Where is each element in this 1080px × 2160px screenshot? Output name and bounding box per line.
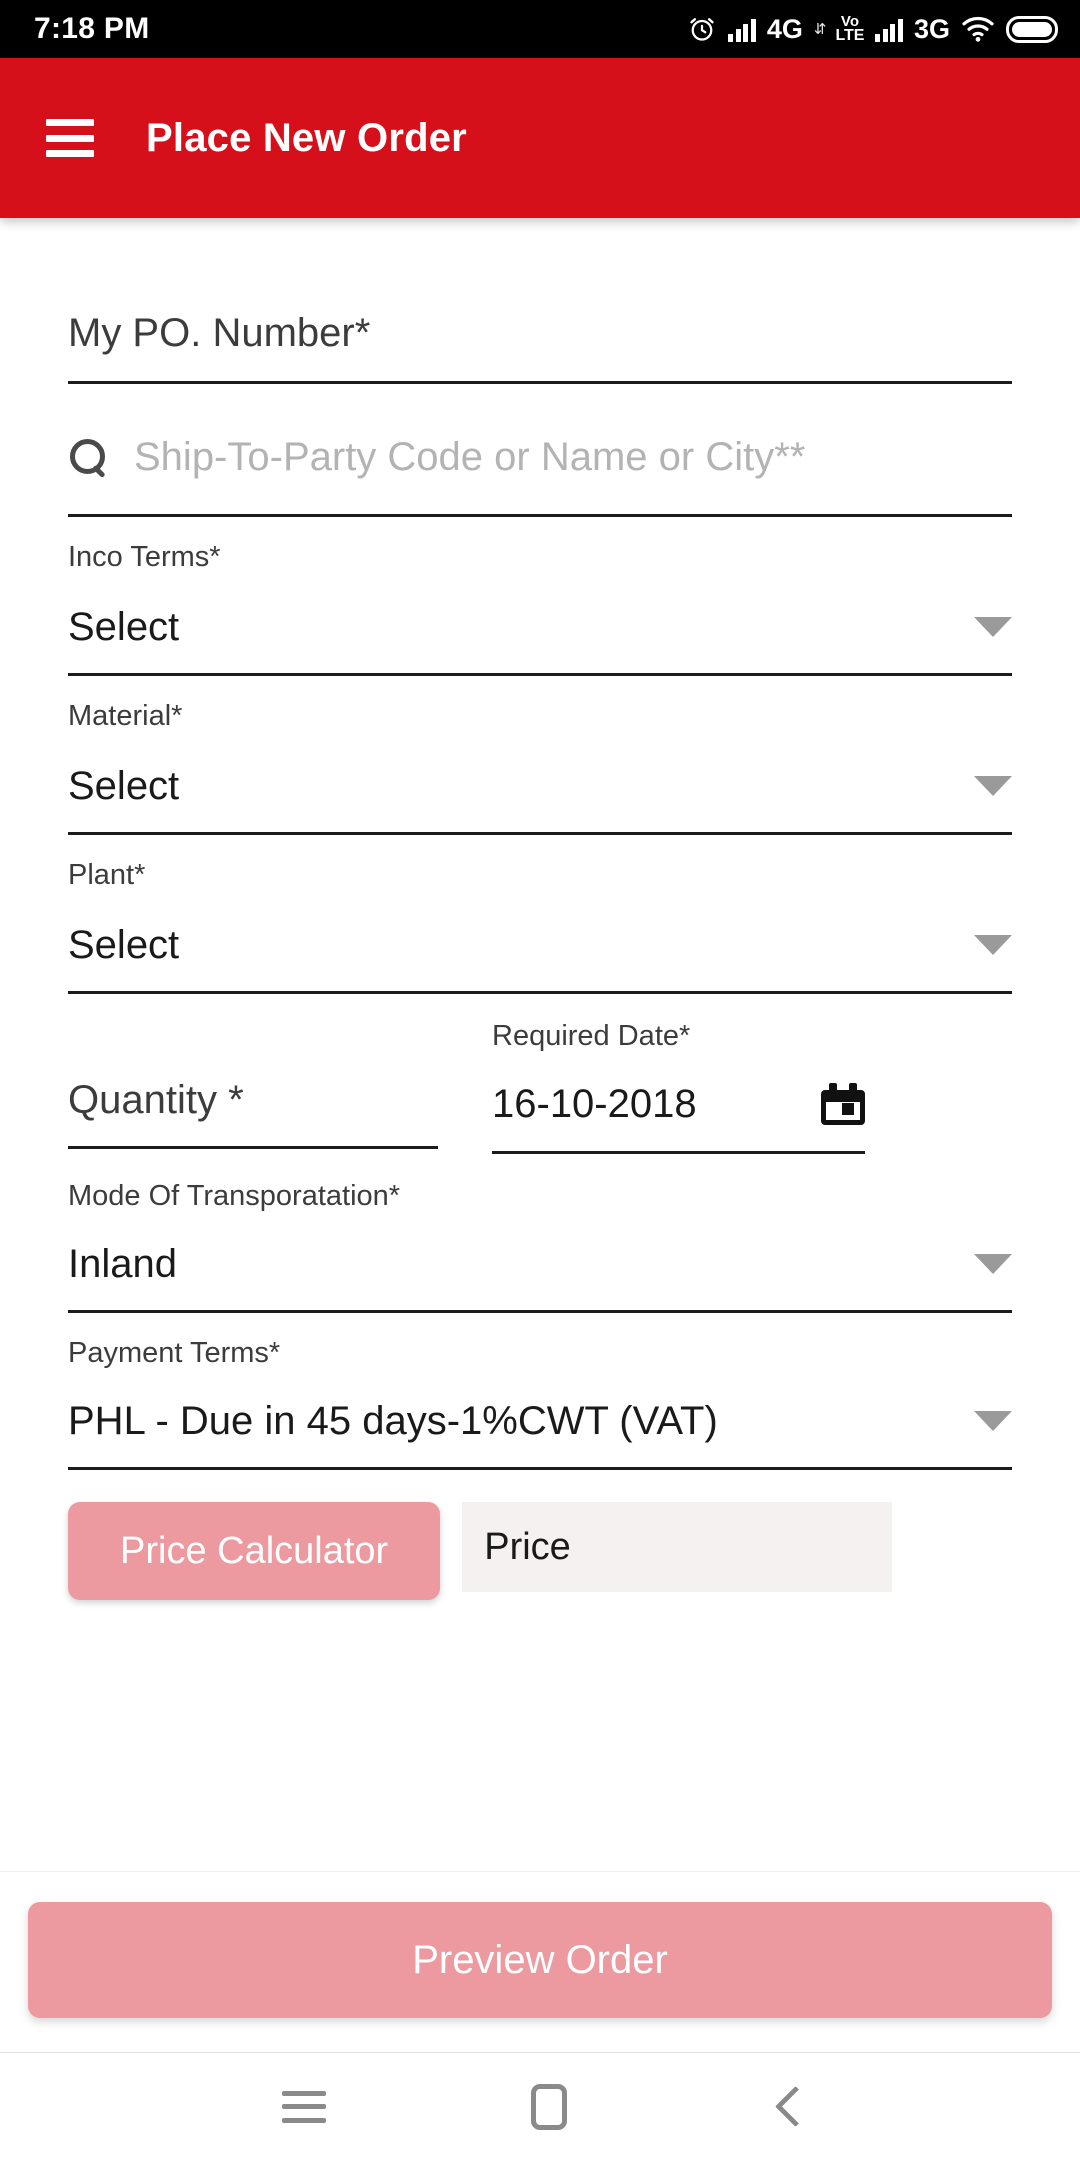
material-underline — [68, 832, 1012, 835]
material-field[interactable]: Material* Select — [68, 702, 1012, 835]
signal-bars-icon-2 — [875, 16, 903, 42]
plant-underline — [68, 991, 1012, 994]
calendar-icon[interactable] — [821, 1083, 865, 1125]
plant-field[interactable]: Plant* Select — [68, 861, 1012, 994]
mode-of-transportation-label: Mode Of Transporatation* — [68, 1180, 401, 1212]
chevron-down-icon[interactable] — [974, 617, 1012, 637]
payment-terms-field[interactable]: Payment Terms* PHL - Due in 45 days-1%CW… — [68, 1339, 1012, 1470]
quantity-field[interactable]: Quantity * — [68, 1022, 438, 1154]
required-date-underline — [492, 1151, 865, 1154]
3g-label: 3G — [913, 13, 950, 44]
wifi-icon — [962, 16, 994, 42]
quantity-underline — [68, 1146, 438, 1149]
price-calculator-button[interactable]: Price Calculator — [68, 1502, 441, 1600]
required-date-value: 16-10-2018 — [492, 1082, 697, 1126]
home-icon[interactable] — [530, 2083, 567, 2130]
ship-to-party-placeholder: Ship-To-Party Code or Name or City** — [134, 435, 806, 479]
ship-to-party-underline — [68, 514, 1012, 517]
signal-bars-icon — [728, 16, 756, 42]
data-transfer-icon: ⇵ — [813, 20, 827, 38]
recents-icon[interactable] — [282, 2090, 327, 2123]
inco-terms-underline — [68, 673, 1012, 676]
status-bar-clock: 7:18 PM — [34, 12, 150, 45]
material-label: Material* — [68, 700, 183, 732]
chevron-down-icon[interactable] — [974, 1411, 1012, 1431]
price-calculator-row: Price Calculator Price — [68, 1502, 1012, 1600]
inco-terms-field[interactable]: Inco Terms* Select — [68, 543, 1012, 676]
preview-order-button[interactable]: Preview Order — [28, 1902, 1052, 2018]
volte-icon: Vo LTE — [835, 14, 865, 44]
mode-of-transportation-field[interactable]: Mode Of Transporatation* Inland — [68, 1182, 1012, 1313]
payment-terms-underline — [68, 1467, 1012, 1470]
mode-of-transportation-value: Inland — [68, 1242, 177, 1286]
po-number-underline — [68, 381, 1012, 384]
app-bar: Place New Order — [0, 58, 1080, 218]
status-bar-icons: 4G ⇵ Vo LTE 3G — [687, 14, 1058, 44]
status-bar: 7:18 PM 4G ⇵ Vo LTE 3G — [0, 0, 1080, 58]
plant-value: Select — [68, 923, 180, 967]
material-value: Select — [68, 764, 180, 808]
footer-bar: Preview Order — [0, 1871, 1080, 2052]
inco-terms-value: Select — [68, 605, 180, 649]
chevron-down-icon[interactable] — [974, 935, 1012, 955]
price-input[interactable]: Price — [462, 1502, 893, 1592]
payment-terms-value: PHL - Due in 45 days-1%CWT (VAT) — [68, 1399, 718, 1443]
battery-icon — [1006, 15, 1058, 43]
ship-to-party-field[interactable]: Ship-To-Party Code or Name or City** — [68, 437, 1012, 517]
required-date-label: Required Date* — [492, 1020, 691, 1052]
inco-terms-label: Inco Terms* — [68, 541, 221, 573]
quantity-placeholder: Quantity * — [68, 1078, 244, 1122]
payment-terms-label: Payment Terms* — [68, 1337, 281, 1369]
hamburger-menu-icon[interactable] — [46, 119, 94, 157]
po-number-placeholder: My PO. Number* — [68, 311, 371, 355]
alarm-clock-icon — [690, 18, 715, 41]
page-title: Place New Order — [146, 115, 467, 160]
po-number-field[interactable]: My PO. Number* — [68, 313, 1012, 384]
chevron-down-icon[interactable] — [974, 776, 1012, 796]
4g-label: 4G — [766, 13, 803, 44]
phone-screen: 7:18 PM 4G ⇵ Vo LTE 3G Place New Order M… — [0, 0, 1080, 2160]
search-icon — [68, 437, 108, 477]
mode-of-transportation-underline — [68, 1310, 1012, 1313]
quantity-date-row: Quantity * Required Date* 16-10-2018 — [68, 1022, 1012, 1154]
plant-label: Plant* — [68, 859, 146, 891]
volte-bottom: LTE — [835, 26, 865, 44]
back-icon[interactable] — [772, 2087, 798, 2127]
order-form: My PO. Number* Ship-To-Party Code or Nam… — [0, 218, 1080, 1871]
android-nav-bar — [0, 2052, 1080, 2160]
required-date-field[interactable]: Required Date* 16-10-2018 — [492, 1022, 865, 1154]
chevron-down-icon[interactable] — [974, 1254, 1012, 1274]
